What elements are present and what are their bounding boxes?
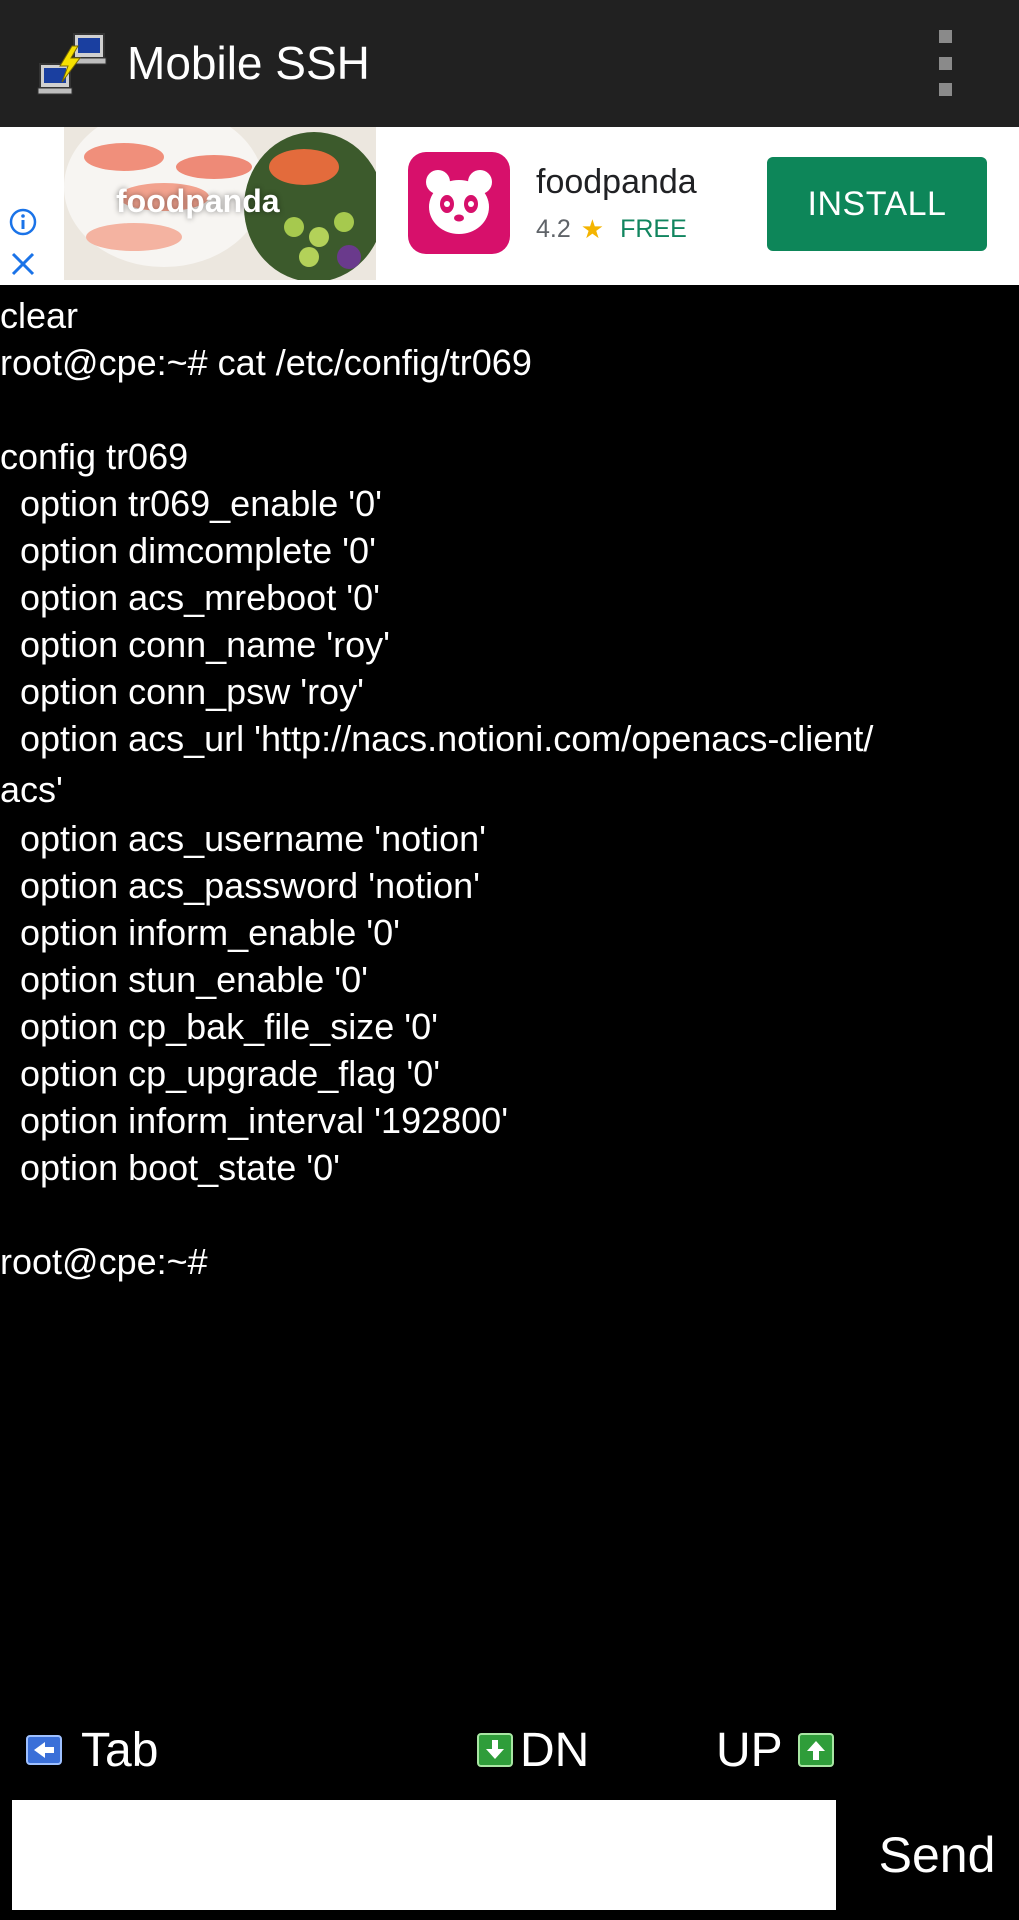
info-icon[interactable] [8, 207, 38, 237]
special-keys-bar: Tab DN UP [0, 1715, 1019, 1785]
terminal-line: option inform_enable '0' [0, 912, 401, 953]
terminal-line: option tr069_enable '0' [0, 483, 383, 524]
terminal-line: option cp_upgrade_flag '0' [0, 1053, 441, 1094]
overflow-dot [938, 30, 952, 43]
overflow-dot [938, 83, 952, 96]
ad-price: FREE [620, 215, 687, 243]
ad-food-image[interactable]: foodpanda [64, 127, 376, 280]
terminal-line: option dimcomplete '0' [0, 530, 376, 571]
arrow-up-icon [797, 1733, 834, 1767]
terminal-line: option inform_interval '192800' [0, 1100, 509, 1141]
command-input[interactable] [12, 1800, 836, 1910]
ad-image-brand: foodpanda [116, 183, 280, 219]
terminal-line: acs' [0, 769, 63, 810]
tab-key[interactable]: Tab [25, 1715, 158, 1785]
terminal-line: option boot_state '0' [0, 1147, 340, 1188]
page-up-key[interactable]: UP [716, 1715, 835, 1785]
close-icon[interactable] [8, 249, 38, 279]
terminal-line: option conn_psw 'roy' [0, 671, 364, 712]
terminal-line: option acs_username 'notion' [0, 818, 487, 859]
terminal-line: option conn_name 'roy' [0, 624, 390, 665]
ad-app-name[interactable]: foodpanda [536, 163, 697, 202]
ad-rating: 4.2 [536, 215, 571, 243]
tab-arrow-icon [26, 1735, 62, 1765]
terminal-line: clear [0, 295, 79, 336]
terminal-line: config tr069 [0, 436, 189, 477]
terminal-output[interactable]: clear root@cpe:~# cat /etc/config/tr069 … [0, 295, 1019, 1690]
terminal-line: option cp_bak_file_size '0' [0, 1006, 439, 1047]
terminal-line: option stun_enable '0' [0, 959, 369, 1000]
install-button[interactable]: INSTALL [767, 157, 987, 251]
star-icon: ★ [580, 214, 605, 244]
overflow-dot [938, 56, 952, 70]
app-title: Mobile SSH [127, 37, 370, 89]
ad-rating-row: 4.2 ★ FREE [536, 214, 687, 245]
network-computers-icon [37, 33, 107, 95]
page-down-key[interactable]: DN [476, 1715, 589, 1785]
send-button[interactable]: Send [862, 1800, 1012, 1910]
terminal-prompt: root@cpe:~# [0, 1241, 208, 1282]
command-input-row: Send [0, 1800, 1019, 1910]
app-bar: Mobile SSH [0, 0, 1019, 127]
arrow-down-icon [477, 1733, 513, 1767]
tab-key-label: Tab [81, 1723, 159, 1777]
terminal-line: option acs_mreboot '0' [0, 577, 380, 618]
more-vert-icon[interactable] [925, 30, 965, 96]
terminal-line: option acs_password 'notion' [0, 865, 481, 906]
terminal-line: option acs_url 'http://nacs.notioni.com/… [0, 718, 874, 759]
terminal-line: root@cpe:~# cat /etc/config/tr069 [0, 342, 532, 383]
ad-banner[interactable]: foodpanda foodpanda 4.2 ★ FREE INSTALL [0, 127, 1019, 285]
dn-key-label: DN [520, 1723, 590, 1777]
up-key-label: UP [716, 1723, 783, 1777]
foodpanda-logo-icon[interactable] [408, 152, 510, 254]
